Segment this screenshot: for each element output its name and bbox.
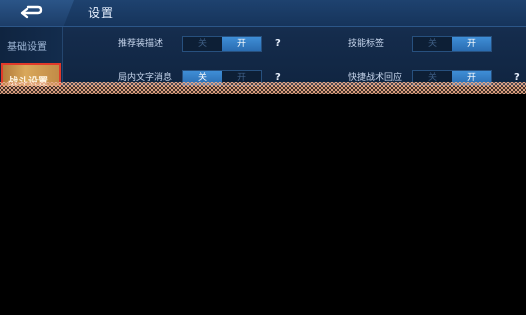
sidebar-item-basic-settings[interactable]: 基础设置 bbox=[0, 36, 62, 60]
toggle-skill-tags[interactable]: 关 开 bbox=[412, 36, 492, 52]
setting-label: 技能标签 bbox=[348, 39, 385, 49]
setting-label: 推荐装描述 bbox=[118, 39, 164, 49]
help-icon[interactable]: ? bbox=[275, 35, 281, 53]
toggle-off-option[interactable]: 关 bbox=[183, 37, 222, 51]
settings-screen: 设置 基础设置 战斗设置 推荐装描述 关 开 ? 局内文字消息 关 开 ? 技能… bbox=[0, 0, 526, 86]
page-title: 设置 bbox=[88, 6, 115, 20]
setting-row-skill-tags: 技能标签 关 开 bbox=[348, 35, 526, 53]
setting-row-recommend-desc: 推荐装描述 关 开 ? bbox=[118, 35, 298, 53]
torn-edge-divider bbox=[0, 82, 526, 94]
toggle-on-option[interactable]: 开 bbox=[222, 37, 261, 51]
toggle-on-option[interactable]: 开 bbox=[452, 37, 491, 51]
settings-sidebar: 基础设置 战斗设置 bbox=[0, 27, 63, 86]
toggle-off-option[interactable]: 关 bbox=[413, 37, 452, 51]
back-arrow-icon bbox=[20, 5, 43, 19]
toggle-recommend-desc[interactable]: 关 开 bbox=[182, 36, 262, 52]
back-button[interactable] bbox=[0, 0, 74, 26]
top-bar: 设置 bbox=[0, 0, 526, 27]
sidebar-item-label: 基础设置 bbox=[7, 42, 47, 53]
